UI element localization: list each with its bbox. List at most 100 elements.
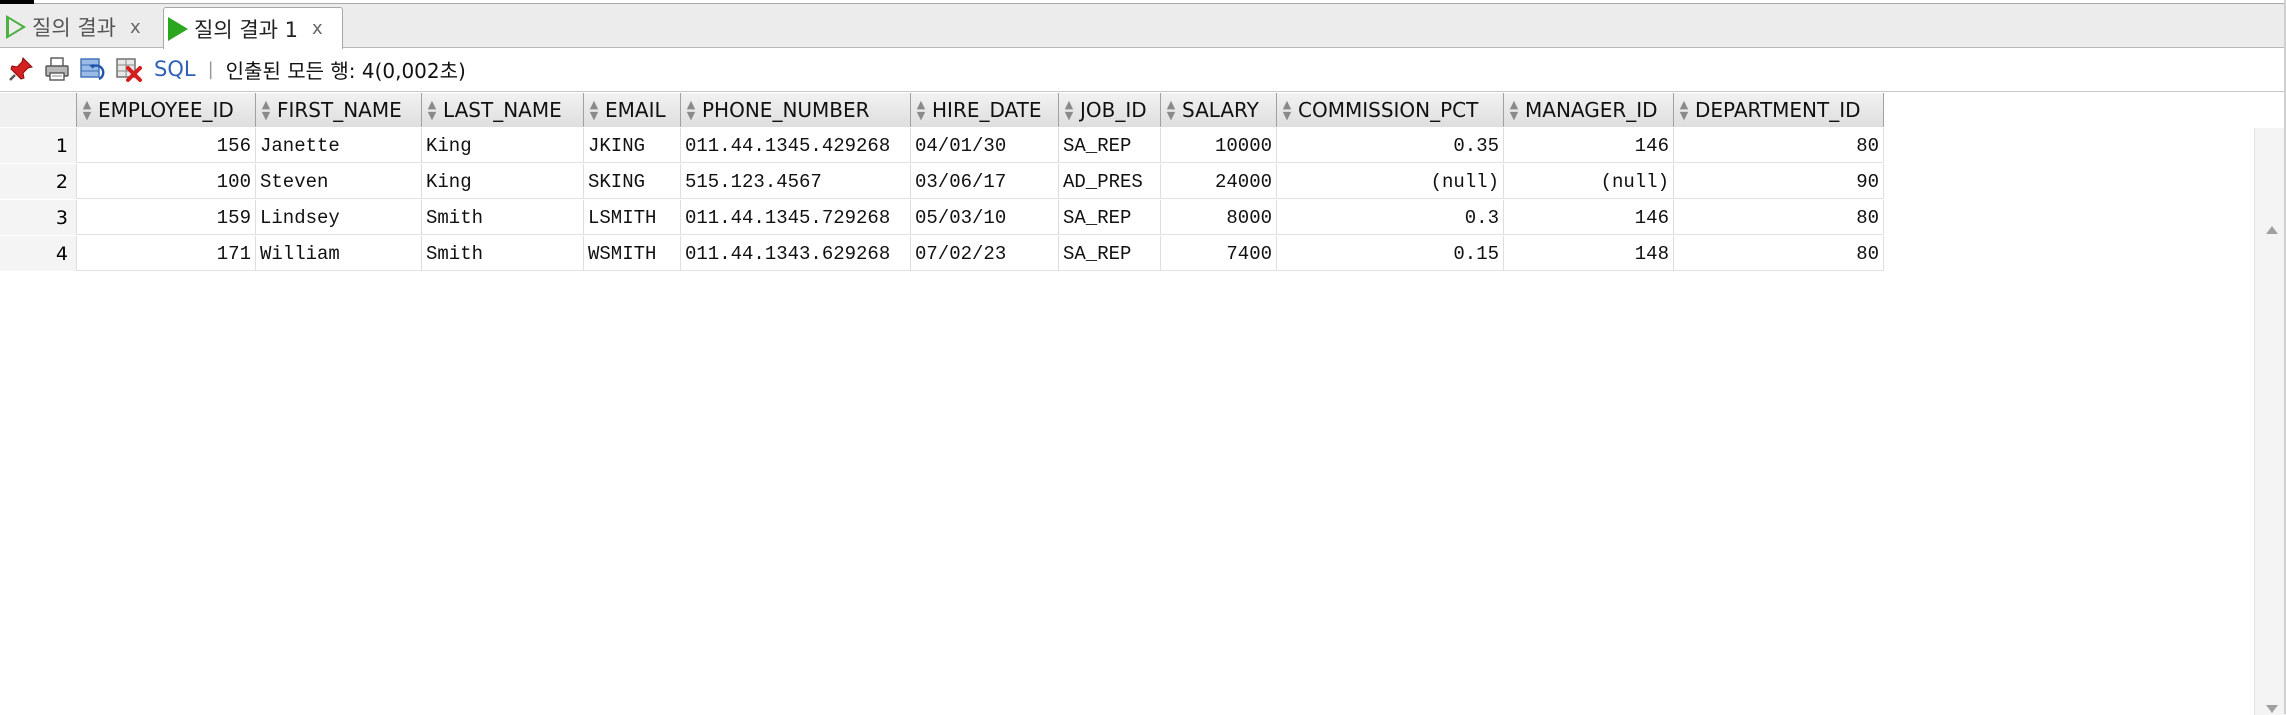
column-header-first-name[interactable]: ▲ ▼ FIRST_NAME: [255, 93, 421, 127]
column-header-label: JOB_ID: [1080, 98, 1147, 122]
cell-email[interactable]: JKING: [583, 128, 680, 163]
row-number[interactable]: 2: [0, 164, 76, 199]
cell-commission-pct[interactable]: 0.3: [1276, 200, 1503, 235]
cell-job-id[interactable]: SA_REP: [1058, 128, 1160, 163]
table-row[interactable]: 3 159 Lindsey Smith LSMITH 011.44.1345.729268…: [0, 200, 1884, 235]
close-icon[interactable]: x: [312, 18, 323, 39]
cell-department-id[interactable]: 90: [1673, 164, 1883, 199]
sort-icon[interactable]: ▲ ▼: [1062, 99, 1076, 121]
vertical-scrollbar[interactable]: [2254, 128, 2286, 715]
row-number[interactable]: 1: [0, 128, 76, 163]
cell-hire-date[interactable]: 07/02/23: [910, 236, 1058, 271]
cell-department-id[interactable]: 80: [1673, 128, 1883, 163]
tab-label: 질의 결과 1: [194, 17, 298, 42]
cell-last-name[interactable]: Smith: [421, 200, 583, 235]
cell-phone-number[interactable]: 011.44.1343.629268: [680, 236, 910, 271]
tab-query-result[interactable]: 질의 결과 x: [2, 7, 160, 47]
cell-salary[interactable]: 10000: [1160, 128, 1276, 163]
scroll-down-icon[interactable]: [2266, 705, 2278, 713]
column-header-salary[interactable]: ▲ ▼ SALARY: [1160, 93, 1276, 127]
column-header-hire-date[interactable]: ▲ ▼ HIRE_DATE: [910, 93, 1058, 127]
cell-phone-number[interactable]: 011.44.1345.729268: [680, 200, 910, 235]
cell-email[interactable]: WSMITH: [583, 236, 680, 271]
column-header-employee-id[interactable]: ▲ ▼ EMPLOYEE_ID: [76, 93, 255, 127]
cell-email[interactable]: LSMITH: [583, 200, 680, 235]
sort-icon[interactable]: ▲ ▼: [914, 99, 928, 121]
cell-department-id[interactable]: 80: [1673, 200, 1883, 235]
cell-salary[interactable]: 24000: [1160, 164, 1276, 199]
cell-employee-id[interactable]: 159: [76, 200, 255, 235]
cell-manager-id[interactable]: (null): [1503, 164, 1673, 199]
cell-department-id[interactable]: 80: [1673, 236, 1883, 271]
cell-phone-number[interactable]: 515.123.4567: [680, 164, 910, 199]
tab-query-result-1[interactable]: 질의 결과 1 x: [163, 7, 343, 49]
column-header-manager-id[interactable]: ▲ ▼ MANAGER_ID: [1503, 93, 1673, 127]
run-icon: [168, 16, 188, 41]
row-number[interactable]: 4: [0, 236, 76, 271]
cell-employee-id[interactable]: 100: [76, 164, 255, 199]
column-header-department-id[interactable]: ▲ ▼ DEPARTMENT_ID: [1673, 93, 1883, 127]
cell-first-name[interactable]: Lindsey: [255, 200, 421, 235]
column-header-label: EMPLOYEE_ID: [98, 98, 234, 122]
sort-icon[interactable]: ▲ ▼: [259, 99, 273, 121]
sql-button[interactable]: SQL: [154, 57, 196, 81]
cell-last-name[interactable]: Smith: [421, 236, 583, 271]
grid-header: ▲ ▼ EMPLOYEE_ID ▲ ▼ FIRST_NAME ▲ ▼ LAST_NAME ▲ ▼ EM…: [0, 93, 1884, 127]
cell-commission-pct[interactable]: 0.15: [1276, 236, 1503, 271]
sort-icon[interactable]: ▲ ▼: [1507, 99, 1521, 121]
cell-hire-date[interactable]: 03/06/17: [910, 164, 1058, 199]
table-row[interactable]: 4 171 William Smith WSMITH 011.44.1343.629268…: [0, 236, 1884, 271]
cell-first-name[interactable]: William: [255, 236, 421, 271]
cell-manager-id[interactable]: 146: [1503, 128, 1673, 163]
table-row[interactable]: 2 100 Steven King SKING 515.123.4567 03/06/17 A…: [0, 164, 1884, 199]
cell-hire-date[interactable]: 05/03/10: [910, 200, 1058, 235]
cell-hire-date[interactable]: 04/01/30: [910, 128, 1058, 163]
cell-email[interactable]: SKING: [583, 164, 680, 199]
cell-job-id[interactable]: SA_REP: [1058, 236, 1160, 271]
cell-last-name[interactable]: King: [421, 128, 583, 163]
header-end-line: [1883, 93, 1884, 127]
sort-icon[interactable]: ▲ ▼: [1164, 99, 1178, 121]
close-icon[interactable]: x: [130, 17, 141, 38]
cell-commission-pct[interactable]: 0.35: [1276, 128, 1503, 163]
sort-icon[interactable]: ▲ ▼: [425, 99, 439, 121]
sort-icon[interactable]: ▲ ▼: [1677, 99, 1691, 121]
cell-salary[interactable]: 7400: [1160, 236, 1276, 271]
row-number[interactable]: 3: [0, 200, 76, 235]
column-header-commission-pct[interactable]: ▲ ▼ COMMISSION_PCT: [1276, 93, 1503, 127]
column-header-label: EMAIL: [605, 98, 666, 122]
column-header-job-id[interactable]: ▲ ▼ JOB_ID: [1058, 93, 1160, 127]
row-end-line: [1883, 236, 1884, 271]
pin-icon[interactable]: [6, 54, 36, 84]
column-header-email[interactable]: ▲ ▼ EMAIL: [583, 93, 680, 127]
sort-icon[interactable]: ▲ ▼: [80, 99, 94, 121]
cell-manager-id[interactable]: 148: [1503, 236, 1673, 271]
column-header-label: DEPARTMENT_ID: [1695, 98, 1861, 122]
sort-icon[interactable]: ▲ ▼: [684, 99, 698, 121]
column-header-label: PHONE_NUMBER: [702, 98, 870, 122]
cancel-query-icon[interactable]: [114, 54, 144, 84]
sort-icon[interactable]: ▲ ▼: [587, 99, 601, 121]
cell-last-name[interactable]: King: [421, 164, 583, 199]
tab-label: 질의 결과: [32, 16, 116, 40]
cell-job-id[interactable]: AD_PRES: [1058, 164, 1160, 199]
refresh-icon[interactable]: [78, 54, 108, 84]
cell-employee-id[interactable]: 156: [76, 128, 255, 163]
table-row[interactable]: 1 156 Janette King JKING 011.44.1345.429268 04…: [0, 128, 1884, 163]
column-header-label: HIRE_DATE: [932, 98, 1042, 122]
cell-job-id[interactable]: SA_REP: [1058, 200, 1160, 235]
cell-salary[interactable]: 8000: [1160, 200, 1276, 235]
cell-phone-number[interactable]: 011.44.1345.429268: [680, 128, 910, 163]
cell-manager-id[interactable]: 146: [1503, 200, 1673, 235]
cell-first-name[interactable]: Janette: [255, 128, 421, 163]
column-header-last-name[interactable]: ▲ ▼ LAST_NAME: [421, 93, 583, 127]
column-header-phone-number[interactable]: ▲ ▼ PHONE_NUMBER: [680, 93, 910, 127]
cell-employee-id[interactable]: 171: [76, 236, 255, 271]
cell-first-name[interactable]: Steven: [255, 164, 421, 199]
row-end-line: [1883, 200, 1884, 235]
result-tab-strip: 질의 결과 x 질의 결과 1 x: [0, 4, 2286, 49]
cell-commission-pct[interactable]: (null): [1276, 164, 1503, 199]
scroll-up-icon[interactable]: [2266, 226, 2278, 234]
sort-icon[interactable]: ▲ ▼: [1280, 99, 1294, 121]
print-icon[interactable]: [42, 54, 72, 84]
